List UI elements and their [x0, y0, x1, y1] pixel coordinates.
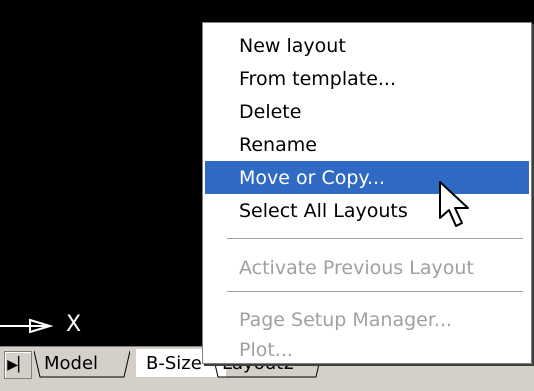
menu-item-rename[interactable]: Rename [205, 128, 529, 161]
layout-context-menu: New layout From template... Delete Renam… [202, 22, 532, 364]
menu-item-delete[interactable]: Delete [205, 95, 529, 128]
mouse-pointer-icon [438, 180, 474, 230]
menu-item-label: Page Setup Manager... [239, 308, 453, 331]
tab-b-size-label: B-Size [146, 352, 202, 374]
menu-item-label: Rename [239, 133, 317, 156]
ucs-x-label: X [66, 312, 82, 337]
ucs-axis-icon: X [0, 306, 100, 346]
menu-item-label: From template... [239, 67, 397, 90]
menu-item-select-all-layouts[interactable]: Select All Layouts [205, 194, 529, 227]
tab-model-label: Model [44, 352, 99, 374]
menu-item-activate-previous-layout[interactable]: Activate Previous Layout [205, 251, 529, 284]
menu-item-move-or-copy[interactable]: Move or Copy... [205, 161, 529, 194]
menu-item-label: Plot... [239, 338, 293, 361]
menu-item-label: Activate Previous Layout [239, 256, 474, 279]
menu-item-from-template[interactable]: From template... [205, 62, 529, 95]
menu-item-label: New layout [239, 34, 346, 57]
menu-item-new-layout[interactable]: New layout [205, 29, 529, 62]
tab-model[interactable]: Model [34, 349, 150, 378]
menu-item-label: Select All Layouts [239, 199, 408, 222]
menu-separator [227, 291, 523, 293]
last-tab-arrow-icon[interactable]: ▶▏ [4, 351, 32, 379]
menu-item-label: Delete [239, 100, 302, 123]
menu-item-plot[interactable]: Plot... [205, 333, 529, 366]
menu-item-page-setup-manager[interactable]: Page Setup Manager... [205, 303, 529, 336]
menu-item-label: Move or Copy... [239, 166, 386, 189]
menu-separator [227, 238, 523, 240]
